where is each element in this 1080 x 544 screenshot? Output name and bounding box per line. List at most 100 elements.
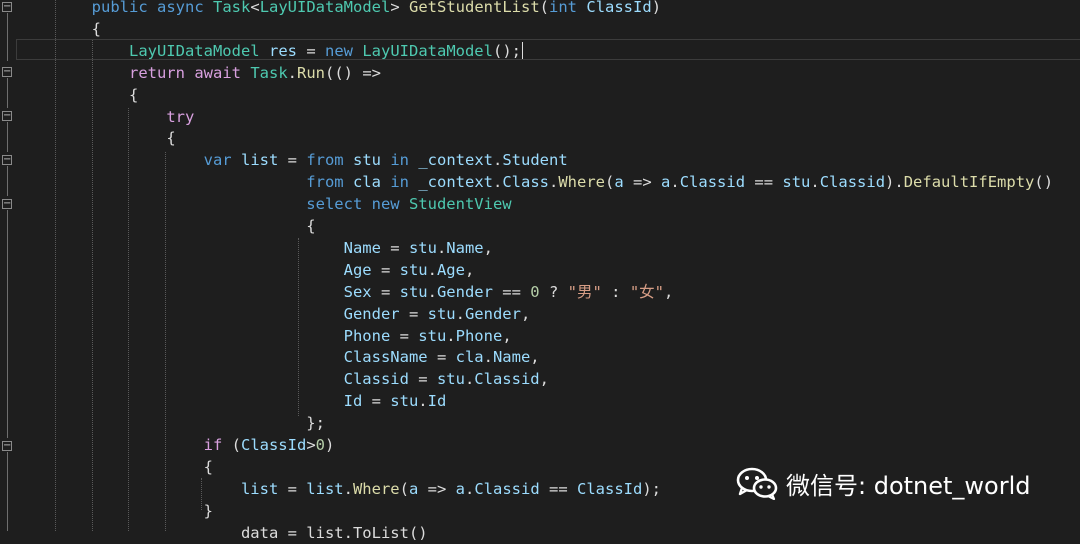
fold-collapse-icon[interactable]: − [2, 441, 12, 451]
code-token: . [418, 392, 428, 411]
code-line[interactable]: if (ClassId>0) [17, 434, 335, 456]
code-token: . [287, 63, 298, 82]
code-token: Class [502, 173, 549, 192]
code-line[interactable]: }; [17, 412, 325, 434]
code-line[interactable]: var list = from stu in _context.Student [17, 149, 568, 171]
code-line[interactable]: Classid = stu.Classid, [17, 368, 549, 390]
code-token: } [203, 501, 213, 520]
code-token: 0 [315, 436, 325, 454]
code-line[interactable]: from cla in _context.Class.Where(a => a.… [17, 171, 1053, 193]
code-line[interactable]: Name = stu.Name, [17, 237, 493, 259]
code-token: . [810, 173, 820, 192]
code-line[interactable]: LayUIDataModel res = new LayUIDataModel(… [17, 40, 523, 62]
code-line[interactable]: { [17, 215, 315, 237]
code-token: cla [352, 173, 381, 192]
code-token: ClassId [586, 0, 652, 16]
code-token: ClassName [343, 348, 428, 367]
code-token: 0 [530, 282, 540, 301]
watermark: 微信号: dotnet_world [736, 463, 1031, 503]
fold-collapse-icon[interactable]: − [2, 199, 12, 209]
code-token: = [408, 370, 437, 389]
code-token: new [371, 195, 400, 214]
code-token: Age [343, 260, 372, 279]
code-token: ClassId [577, 479, 643, 498]
code-token: stu [782, 173, 811, 192]
code-line[interactable]: select new StudentView [17, 193, 512, 215]
code-line[interactable]: Id = stu.Id [17, 390, 447, 412]
code-line[interactable]: list = list.Where(a => a.Classid == Clas… [17, 478, 661, 500]
code-token: (); [492, 41, 521, 60]
code-token: LayUIDataModel [128, 41, 260, 60]
code-token: , [464, 260, 475, 279]
fold-collapse-icon[interactable]: − [2, 111, 12, 121]
code-token: _context [418, 173, 493, 192]
code-token: Phone [343, 326, 391, 345]
code-line[interactable]: Sex = stu.Gender == 0 ? "男" : "女", [17, 281, 674, 303]
code-line[interactable]: { [17, 84, 138, 106]
fold-line [7, 166, 8, 196]
code-token: stu [436, 370, 465, 389]
fold-collapse-icon[interactable]: − [2, 155, 12, 165]
code-token: => [418, 479, 456, 498]
code-token: res [268, 41, 297, 60]
code-token: a [661, 173, 671, 192]
code-token: Id [427, 392, 447, 411]
code-token: StudentView [408, 195, 512, 214]
code-line[interactable]: try [17, 106, 194, 128]
code-line[interactable]: } [17, 500, 213, 522]
code-token: select [306, 195, 363, 214]
code-token: Run [297, 63, 326, 82]
code-token: Phone [455, 326, 503, 345]
code-line[interactable]: ClassName = cla.Name, [17, 346, 540, 368]
code-token: "女" [629, 282, 664, 301]
code-line[interactable]: data = list.ToList() [17, 522, 428, 544]
code-line[interactable]: Gender = stu.Gender, [17, 303, 531, 325]
fold-collapse-icon[interactable]: − [2, 67, 12, 77]
code-token: Student [502, 151, 568, 170]
code-line[interactable]: return await Task.Run(() => [17, 62, 381, 84]
code-token: . [492, 173, 503, 192]
code-token: . [549, 173, 559, 192]
fold-collapse-icon[interactable]: − [2, 2, 12, 12]
code-token: stu [408, 238, 437, 257]
code-token: list [306, 479, 344, 498]
code-token: stu [352, 151, 381, 170]
code-token: DefaultIfEmpty [903, 173, 1035, 192]
code-token: = [278, 151, 307, 170]
fold-line [7, 452, 8, 531]
code-token: Task [213, 0, 251, 16]
code-token: Where [558, 173, 606, 192]
code-token: public [91, 0, 148, 16]
code-token: < [250, 0, 260, 16]
code-token: a [614, 173, 624, 192]
code-line[interactable]: { [17, 127, 175, 149]
code-token: ). [885, 173, 904, 192]
code-token: { [91, 19, 101, 38]
code-line[interactable]: public async Task<LayUIDataModel> GetStu… [17, 0, 661, 18]
code-line[interactable]: { [17, 18, 101, 40]
code-line[interactable]: { [17, 456, 213, 478]
code-token: list [240, 479, 279, 498]
code-token: ); [642, 479, 661, 498]
code-line[interactable]: Phone = stu.Phone, [17, 325, 512, 347]
code-token: . [493, 151, 503, 170]
code-token: { [203, 457, 213, 476]
code-line[interactable]: Age = stu.Age, [17, 259, 475, 281]
code-token: Name [343, 238, 381, 257]
code-token: . [343, 479, 353, 498]
code-token: ? [539, 282, 568, 301]
